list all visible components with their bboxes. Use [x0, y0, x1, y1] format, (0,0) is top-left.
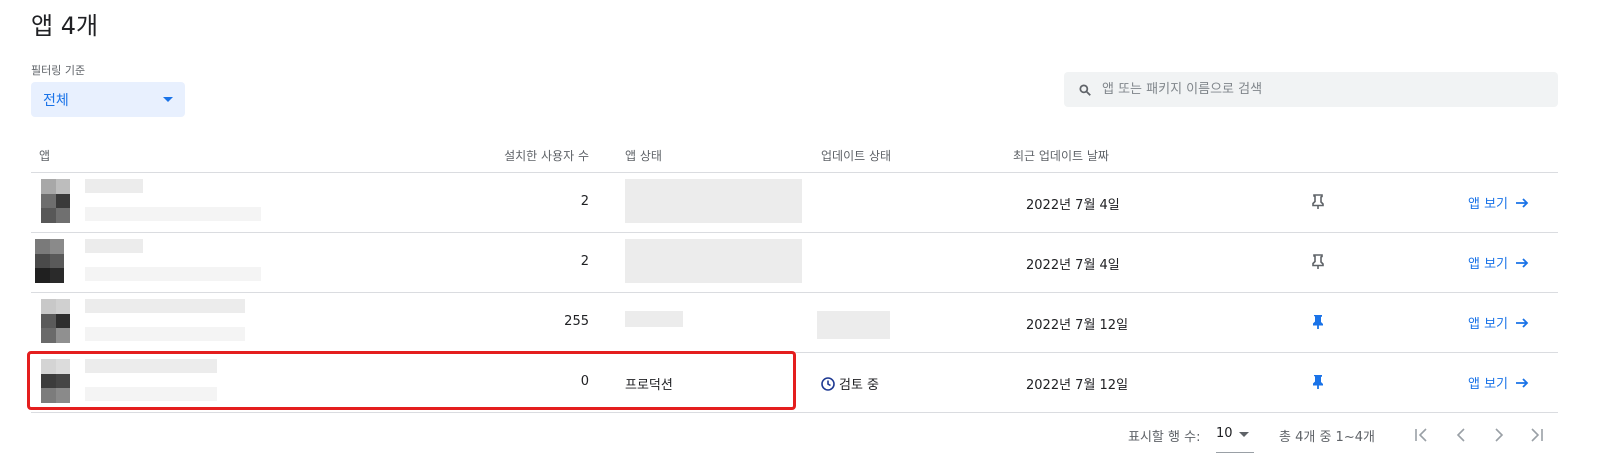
last-update-date: 2022년 7월 4일 — [1026, 258, 1120, 273]
users-count: 2 — [580, 254, 589, 269]
next-page-button[interactable] — [1488, 424, 1510, 446]
last-page-button[interactable] — [1526, 424, 1548, 446]
app-name-redacted — [85, 299, 245, 313]
chevron-left-icon — [1456, 428, 1465, 442]
view-app-link[interactable]: 앱 보기 — [1468, 253, 1529, 272]
search-box[interactable] — [1064, 72, 1558, 107]
chevron-down-icon — [1238, 432, 1249, 437]
update-status-label: 검토 중 — [839, 378, 880, 393]
app-name-redacted — [85, 179, 143, 193]
app-package-redacted — [85, 267, 261, 281]
app-name-redacted — [85, 359, 217, 373]
app-name-redacted — [85, 239, 143, 253]
app-status-redacted — [625, 179, 802, 223]
app-status-redacted — [625, 311, 683, 327]
view-app-label: 앱 보기 — [1468, 317, 1509, 332]
table-row[interactable]: 2 2022년 7월 4일 앱 보기 — [31, 233, 1558, 293]
table-row[interactable]: 0 프로덕션 검토 중 2022년 7월 12일 앱 보기 — [31, 353, 1558, 413]
chevron-right-icon — [1495, 428, 1504, 442]
table-row[interactable]: 255 2022년 7월 12일 앱 보기 — [31, 293, 1558, 353]
app-status: 프로덕션 — [625, 378, 673, 393]
table-header: 앱 설치한 사용자 수 앱 상태 업데이트 상태 최근 업데이트 날짜 — [31, 140, 1558, 173]
app-package-redacted — [85, 387, 217, 401]
app-icon — [41, 179, 70, 223]
first-page-icon — [1415, 428, 1427, 442]
users-count: 2 — [580, 194, 589, 209]
arrow-right-icon — [1516, 317, 1529, 328]
filter-label: 필터링 기준 — [31, 64, 86, 77]
page-title: 앱 4개 — [31, 12, 99, 40]
pin-filled-icon[interactable] — [1311, 374, 1325, 390]
header-update-status[interactable]: 업데이트 상태 — [821, 147, 891, 164]
view-app-link[interactable]: 앱 보기 — [1468, 313, 1529, 332]
app-package-redacted — [85, 207, 261, 221]
previous-page-button[interactable] — [1450, 424, 1472, 446]
update-status: 검토 중 — [821, 374, 879, 393]
rows-per-page-select[interactable]: 10 — [1216, 426, 1254, 453]
filter-value: 전체 — [43, 92, 69, 109]
pin-outline-icon[interactable] — [1311, 194, 1325, 210]
view-app-label: 앱 보기 — [1468, 377, 1509, 392]
users-count: 0 — [580, 374, 589, 389]
app-icon — [35, 239, 64, 283]
app-icon — [41, 359, 70, 403]
search-icon — [1079, 83, 1091, 96]
pagination-range: 총 4개 중 1~4개 — [1279, 430, 1375, 445]
update-status-redacted — [817, 311, 890, 339]
view-app-link[interactable]: 앱 보기 — [1468, 373, 1529, 392]
arrow-right-icon — [1516, 377, 1529, 388]
filter-dropdown[interactable]: 전체 — [31, 82, 185, 117]
header-last-update[interactable]: 최근 업데이트 날짜 — [1013, 147, 1109, 164]
arrow-right-icon — [1516, 257, 1529, 268]
last-page-icon — [1531, 428, 1543, 442]
first-page-button[interactable] — [1410, 424, 1432, 446]
last-update-date: 2022년 7월 12일 — [1026, 318, 1129, 333]
search-input[interactable] — [1100, 81, 1524, 98]
pin-outline-icon[interactable] — [1311, 254, 1325, 270]
last-update-date: 2022년 7월 4일 — [1026, 198, 1120, 213]
header-app[interactable]: 앱 — [39, 147, 50, 164]
rows-per-page-label: 표시할 행 수: — [1128, 430, 1201, 445]
header-app-status[interactable]: 앱 상태 — [625, 147, 662, 164]
apps-table: 앱 설치한 사용자 수 앱 상태 업데이트 상태 최근 업데이트 날짜 2 20… — [31, 140, 1558, 413]
arrow-right-icon — [1516, 197, 1529, 208]
view-app-link[interactable]: 앱 보기 — [1468, 193, 1529, 212]
pin-filled-icon[interactable] — [1311, 314, 1325, 330]
chevron-down-icon — [163, 97, 173, 102]
view-app-label: 앱 보기 — [1468, 197, 1509, 212]
clock-icon — [821, 376, 835, 391]
header-users[interactable]: 설치한 사용자 수 — [504, 147, 589, 164]
users-count: 255 — [564, 314, 589, 329]
view-app-label: 앱 보기 — [1468, 257, 1509, 272]
table-row[interactable]: 2 2022년 7월 4일 앱 보기 — [31, 173, 1558, 233]
app-icon — [41, 299, 70, 343]
last-update-date: 2022년 7월 12일 — [1026, 378, 1129, 393]
rows-per-page-value: 10 — [1216, 426, 1233, 441]
app-status-redacted — [625, 239, 802, 283]
app-package-redacted — [85, 327, 245, 341]
